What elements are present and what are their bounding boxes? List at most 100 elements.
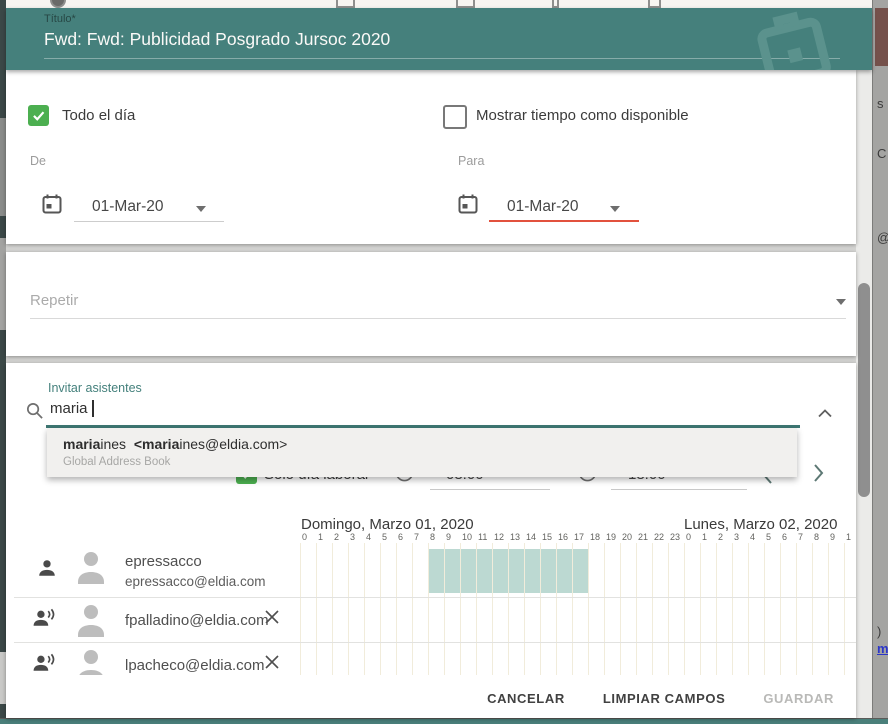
attendee-email: lpacheco@eldia.com [125, 657, 264, 674]
from-date-underline [74, 221, 224, 222]
autocomplete-item[interactable]: mariaines <mariaines@eldia.com> [63, 436, 287, 452]
end-time-underline [611, 489, 747, 490]
dialog-footer: CANCELAR LIMPIAR CAMPOS GUARDAR [6, 685, 848, 711]
attendee-email: fpalladino@eldia.com [125, 612, 269, 629]
autocomplete-source: Global Address Book [63, 456, 170, 468]
toolbar-fragment-icon [552, 0, 559, 8]
from-date-label: De [30, 154, 46, 168]
to-caret-down-icon[interactable] [610, 206, 620, 212]
hour-label: 22 [654, 532, 664, 542]
to-date-value[interactable]: 01-Mar-20 [507, 198, 579, 216]
grid-hour-line [412, 543, 413, 675]
save-button: GUARDAR [757, 690, 840, 707]
repeat-section-card: Repetir [6, 252, 856, 356]
hour-label: 17 [574, 532, 584, 542]
screen: s C @ ) m Título* Fwd: Fwd: Publicidad P… [0, 0, 888, 724]
toolbar-fragment-icon [456, 0, 475, 8]
to-date-underline [489, 220, 639, 222]
grid-hour-line [700, 543, 701, 675]
check-icon [31, 108, 46, 123]
attendee-email: epressacco@eldia.com [125, 574, 266, 589]
toolbar-fragment-icon [648, 0, 661, 8]
attendees-section-card: Invitar asistentes maria Sólo día labora… [6, 363, 856, 718]
hour-label: 16 [558, 532, 568, 542]
hour-label: 2 [334, 532, 339, 542]
hour-label: 5 [382, 532, 387, 542]
grid-hour-line [380, 543, 381, 675]
repeat-underline [30, 318, 846, 319]
grid-hour-line [396, 543, 397, 675]
grid-hour-line [732, 543, 733, 675]
hour-label: 0 [302, 532, 307, 542]
remove-attendee-icon[interactable] [263, 653, 281, 675]
hour-label: 3 [350, 532, 355, 542]
grid-hour-line [844, 543, 845, 675]
avatar-icon [76, 603, 106, 642]
grid-hour-line [300, 543, 301, 675]
hour-label: 18 [590, 532, 600, 542]
clear-fields-button[interactable]: LIMPIAR CAMPOS [597, 690, 732, 707]
show-available-label[interactable]: Mostrar tiempo como disponible [476, 107, 689, 124]
grid-hour-line [508, 543, 509, 675]
show-available-checkbox[interactable] [443, 105, 467, 129]
grid-hour-line [364, 543, 365, 675]
avatar-icon [76, 550, 106, 589]
from-date-value[interactable]: 01-Mar-20 [92, 198, 164, 216]
hour-label: 4 [366, 532, 371, 542]
scheduler-day1-title: Domingo, Marzo 01, 2020 [301, 516, 474, 533]
hour-label: 8 [814, 532, 819, 542]
grid-hour-line [828, 543, 829, 675]
hour-label: 15 [542, 532, 552, 542]
grid-hour-line [604, 543, 605, 675]
repeat-select[interactable]: Repetir [30, 292, 78, 309]
start-time-underline [430, 489, 550, 490]
event-dialog: Título* Fwd: Fwd: Publicidad Posgrado Ju… [6, 8, 872, 718]
to-calendar-icon[interactable] [456, 192, 480, 221]
from-calendar-icon[interactable] [40, 192, 64, 221]
repeat-caret-down-icon[interactable] [836, 299, 846, 305]
row-separator [14, 642, 856, 643]
autocomplete-text-part: ines [100, 436, 133, 452]
scheduler: Domingo, Marzo 01, 2020 Lunes, Marzo 02,… [6, 511, 856, 675]
all-day-label[interactable]: Todo el día [62, 107, 135, 124]
hour-label: 9 [446, 532, 451, 542]
scrollbar-thumb[interactable] [858, 283, 870, 497]
hour-label: 4 [750, 532, 755, 542]
attendee-name: epressacco [125, 553, 202, 570]
hour-label: 2 [718, 532, 723, 542]
toolbar-fragment-icon [50, 0, 66, 8]
scheduler-day2-title: Lunes, Marzo 02, 2020 [684, 516, 837, 533]
grid-hour-line [764, 543, 765, 675]
grid-hour-line [428, 543, 429, 675]
grid-hour-line [652, 543, 653, 675]
hour-label: 13 [510, 532, 520, 542]
hour-label: 0 [686, 532, 691, 542]
grid-hour-line [444, 543, 445, 675]
title-input[interactable]: Fwd: Fwd: Publicidad Posgrado Jursoc 202… [44, 29, 390, 50]
dialog-header: Título* Fwd: Fwd: Publicidad Posgrado Ju… [6, 8, 872, 70]
cancel-button[interactable]: CANCELAR [481, 690, 571, 707]
next-day-chevron-right-icon[interactable] [812, 463, 824, 488]
from-caret-down-icon[interactable] [196, 206, 206, 212]
hour-label: 1 [846, 532, 851, 542]
grid-hour-line [476, 543, 477, 675]
grid-hour-line [812, 543, 813, 675]
all-day-checkbox[interactable] [28, 105, 49, 126]
toolbar-fragment-icon [336, 0, 355, 8]
grid-hour-line [780, 543, 781, 675]
background-glyph: ) [877, 624, 881, 639]
autocomplete-primary: mariaines <mariaines@eldia.com> [63, 436, 287, 452]
person-speaking-icon [32, 607, 59, 634]
remove-attendee-icon[interactable] [263, 608, 281, 631]
autocomplete-text-part: <maria [134, 436, 180, 452]
hour-label: 5 [766, 532, 771, 542]
autocomplete-dropdown: mariaines <mariaines@eldia.com> Global A… [47, 428, 797, 477]
grid-hour-line [748, 543, 749, 675]
hour-label: 6 [398, 532, 403, 542]
background-glyph: s [877, 96, 884, 111]
hour-label: 12 [494, 532, 504, 542]
hour-label: 1 [702, 532, 707, 542]
hour-label: 7 [414, 532, 419, 542]
to-date-label: Para [458, 154, 484, 168]
title-field-label: Título* [44, 13, 76, 25]
